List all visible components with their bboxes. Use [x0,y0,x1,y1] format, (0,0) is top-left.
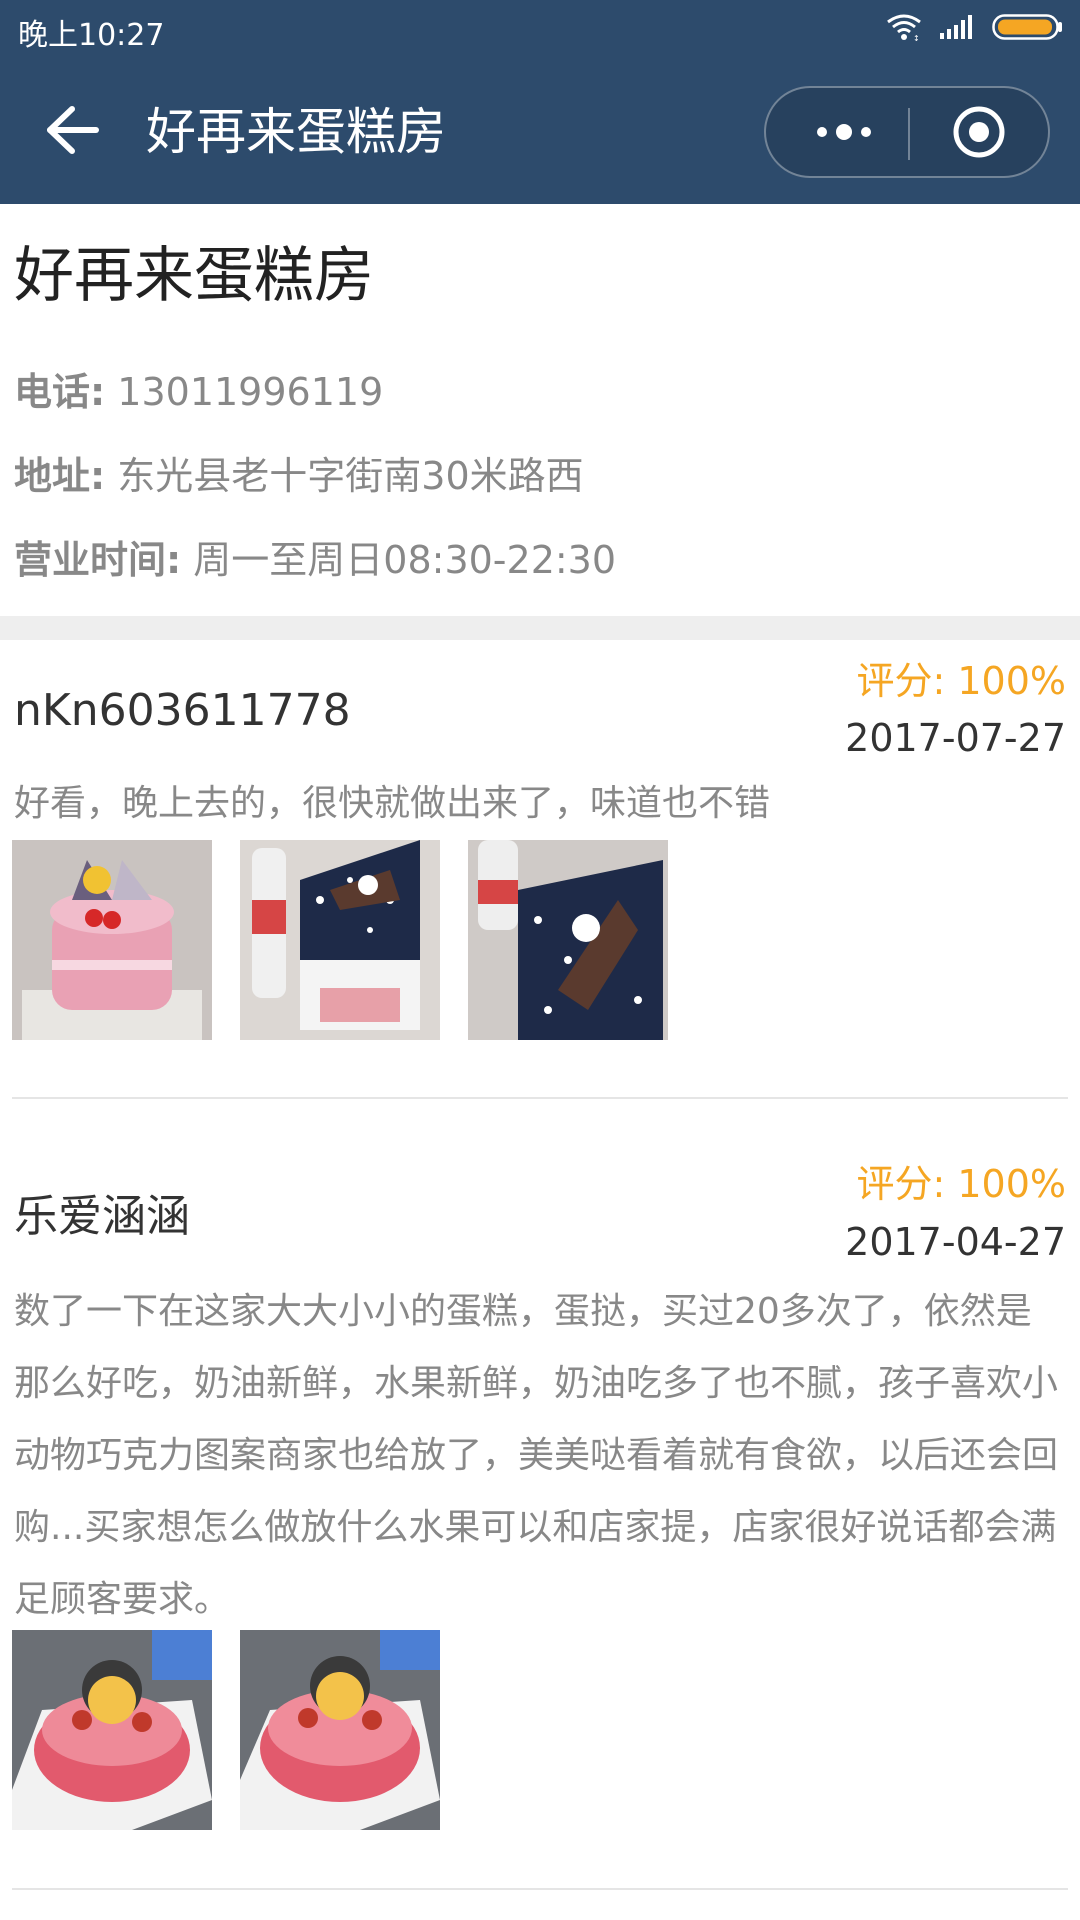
review-date: 2017-07-27 [845,716,1066,760]
review-user: 乐爱涵涵 [14,1191,190,1242]
review-photos [12,840,668,1040]
review-photo[interactable] [468,840,668,1040]
phone-label: 电话: [14,370,106,414]
signal-icon [938,13,978,45]
more-dots-icon [812,122,876,146]
review-text: 好看，晚上去的，很快就做出来了，味道也不错 [14,783,771,824]
review-photo[interactable] [12,1630,212,1830]
nav-title: 好再来蛋糕房 [146,103,446,161]
section-divider [0,616,1080,640]
capsule-divider [908,108,910,160]
back-arrow-icon [44,105,100,159]
review-photo[interactable] [12,840,212,1040]
hours-row: 营业时间: 周一至周日08:30-22:30 [14,536,616,584]
battery-icon [992,12,1064,46]
close-button[interactable] [924,106,1034,162]
hours-label: 营业时间: [14,538,182,582]
shop-info: 好再来蛋糕房 电话: 13011996119 地址: 东光县老十字街南30米路西… [0,204,1080,616]
review-score: 评分: 100% [856,1162,1066,1206]
review-score: 评分: 100% [856,659,1066,703]
address-row[interactable]: 地址: 东光县老十字街南30米路西 [14,452,584,500]
review-separator [12,1097,1068,1099]
address-value: 东光县老十字街南30米路西 [117,454,584,498]
hours-value: 周一至周日08:30-22:30 [193,538,617,582]
review-photo[interactable] [240,840,440,1040]
review-text: 数了一下在这家大大小小的蛋糕，蛋挞，买过20多次了，依然是那么好吃，奶油新鲜，水… [14,1291,1059,1620]
review-item: 评分: 100% nKn603611778 2017-07-27 好看，晚上去的… [0,640,1080,1100]
wifi-icon: ↕ [884,12,924,46]
shop-title: 好再来蛋糕房 [14,241,374,311]
phone-row[interactable]: 电话: 13011996119 [14,368,383,416]
address-label: 地址: [14,454,106,498]
review-item: 评分: 100% 乐爱涵涵 2017-04-27 数了一下在这家大大小小的蛋糕，… [0,1100,1080,1900]
phone-value: 13011996119 [117,370,384,414]
review-date: 2017-04-27 [845,1220,1066,1264]
status-icons: ↕ [884,12,1064,46]
svg-text:↕: ↕ [913,34,920,42]
status-bar: 晚上10:27 ↕ [0,0,1080,58]
nav-bar: 好再来蛋糕房 [0,58,1080,204]
review-separator [12,1888,1068,1890]
mini-program-capsule [764,86,1050,178]
review-photos [12,1630,440,1830]
status-time: 晚上10:27 [18,18,165,53]
close-circle-icon [951,104,1007,164]
back-button[interactable] [40,100,104,164]
review-photo[interactable] [240,1630,440,1830]
review-user: nKn603611778 [14,685,351,736]
more-button[interactable] [794,106,894,162]
